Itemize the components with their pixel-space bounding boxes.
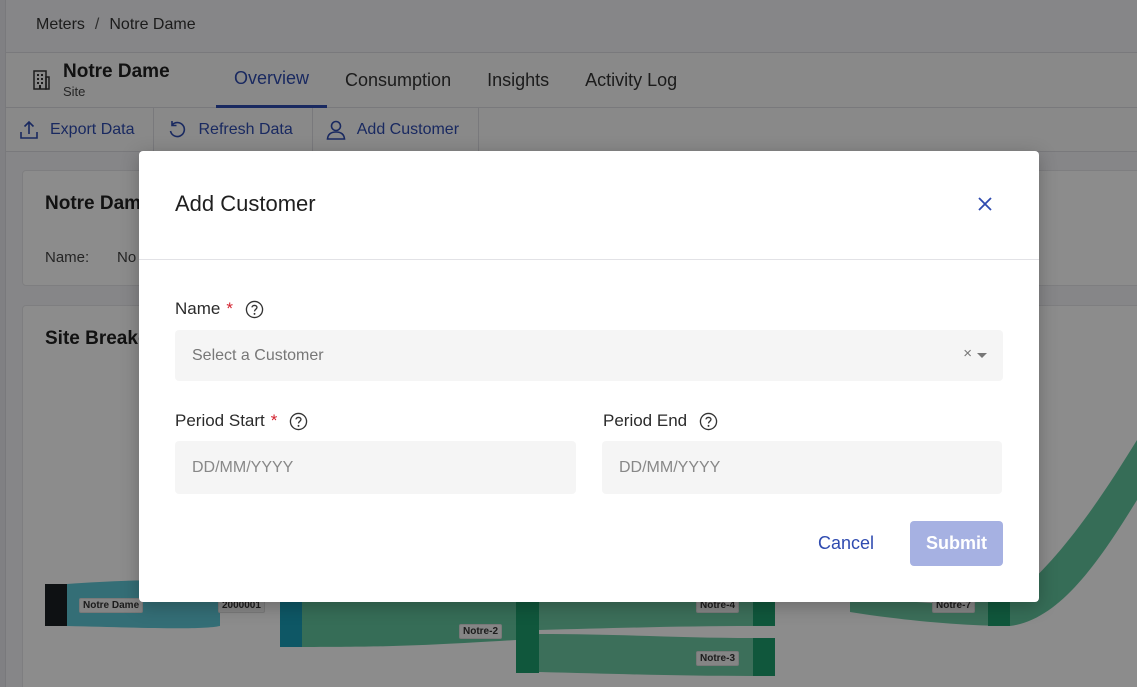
- required-marker: *: [226, 299, 233, 318]
- clear-icon[interactable]: ×: [963, 345, 972, 362]
- period-end-input[interactable]: [602, 441, 1002, 494]
- submit-button[interactable]: Submit: [910, 521, 1003, 566]
- dialog-header: Add Customer: [139, 151, 1039, 260]
- customer-select-placeholder: Select a Customer: [192, 346, 324, 364]
- period-end-label-text: Period End: [603, 411, 688, 430]
- dialog-title: Add Customer: [175, 191, 316, 216]
- period-start-input[interactable]: [175, 441, 576, 494]
- close-icon[interactable]: [975, 194, 995, 214]
- name-field-label: Name *: [175, 299, 264, 319]
- cancel-button[interactable]: Cancel: [799, 521, 893, 565]
- help-icon[interactable]: [289, 412, 308, 431]
- help-icon[interactable]: [699, 412, 718, 431]
- period-start-label-text: Period Start: [175, 411, 265, 430]
- period-start-field-label: Period Start *: [175, 411, 308, 431]
- caret-down-icon[interactable]: [977, 353, 987, 358]
- customer-select[interactable]: Select a Customer ×: [175, 330, 1003, 381]
- period-end-field-label: Period End: [603, 411, 718, 431]
- add-customer-dialog: Add Customer Name * Select a Customer × …: [139, 151, 1039, 602]
- name-label-text: Name: [175, 299, 221, 318]
- help-icon[interactable]: [245, 300, 264, 319]
- required-marker: *: [270, 411, 278, 430]
